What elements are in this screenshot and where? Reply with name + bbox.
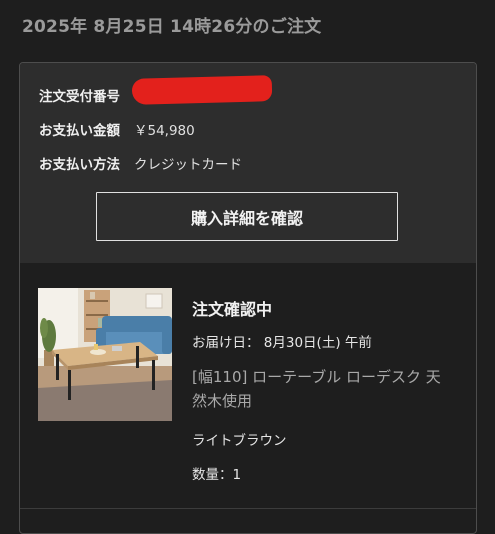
view-purchase-details-button[interactable]: 購入詳細を確認 <box>96 192 398 241</box>
payment-method-label: お支払い方法 <box>39 157 120 173</box>
product-quantity: 数量：1 <box>192 467 242 483</box>
order-summary: 注文受付番号 お支払い金額 ￥54,980 お支払い方法 クレジットカード 購入詳細… <box>20 63 476 263</box>
receipt-number-row: 注文受付番号 <box>39 85 120 105</box>
payment-method-row: お支払い方法 クレジットカード <box>39 153 242 173</box>
order-card: 注文受付番号 お支払い金額 ￥54,980 お支払い方法 クレジットカード 購入詳細… <box>19 62 477 534</box>
product-color: ライトブラウン <box>192 433 287 449</box>
product-name-link[interactable]: [幅110] ローテーブル ローデスク 天然木使用 <box>192 365 444 413</box>
receipt-number-label: 注文受付番号 <box>39 89 120 105</box>
order-date-heading: 2025年 8月25日 14時26分のご注文 <box>22 17 322 37</box>
payment-amount-row: お支払い金額 ￥54,980 <box>39 119 195 139</box>
payment-method-value: クレジットカード <box>134 157 242 173</box>
product-image[interactable] <box>38 288 172 421</box>
redaction-mark <box>131 75 273 105</box>
product-photo <box>38 288 172 421</box>
delivery-date: お届け日： 8月30日(土) 午前 <box>192 335 372 351</box>
payment-amount-value: ￥54,980 <box>134 123 195 139</box>
order-status: 注文確認中 <box>192 300 273 319</box>
payment-amount-label: お支払い金額 <box>39 123 120 139</box>
divider <box>20 508 476 509</box>
